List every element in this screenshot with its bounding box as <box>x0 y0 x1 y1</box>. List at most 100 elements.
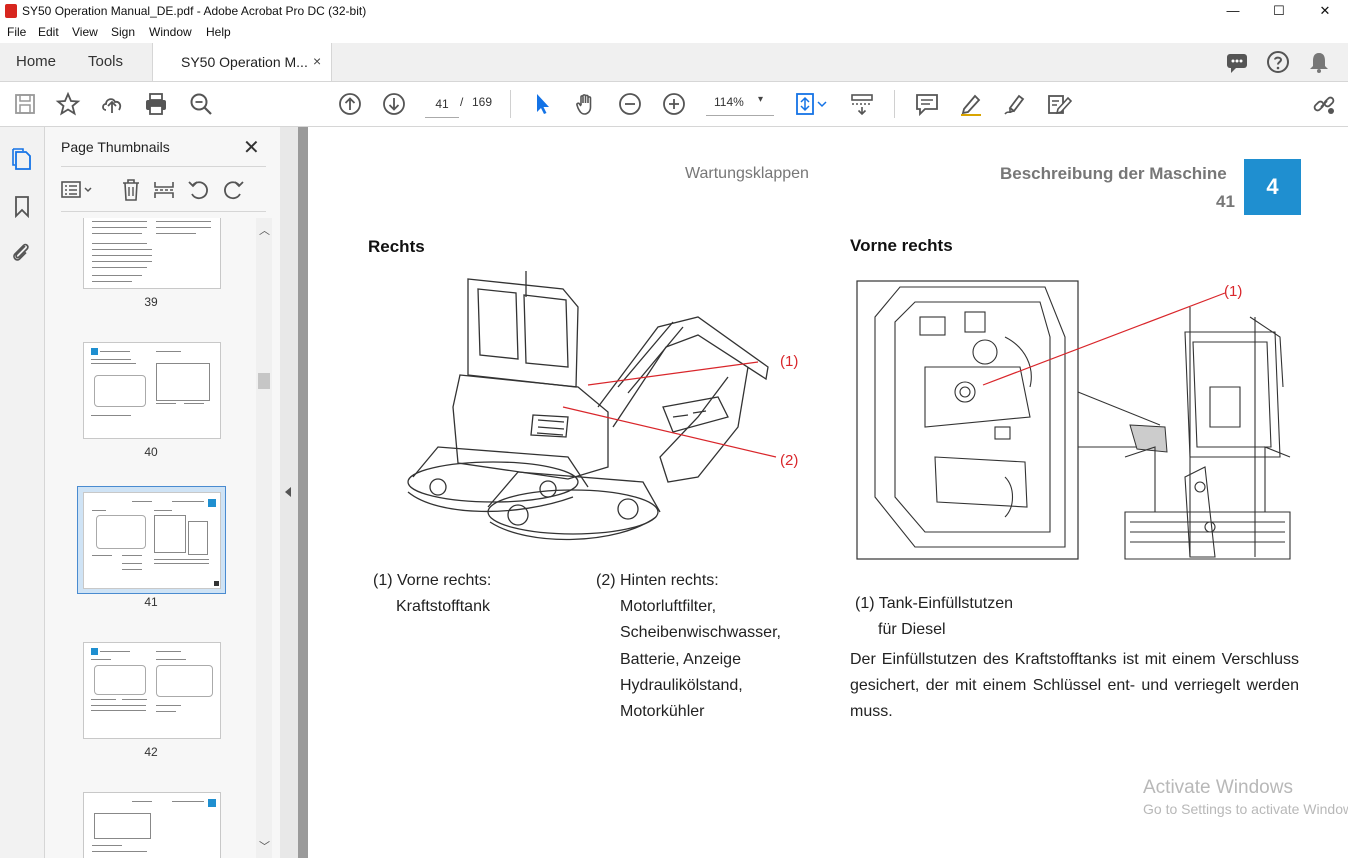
bookmark-star-icon[interactable] <box>55 91 81 117</box>
highlight-pen-icon[interactable] <box>958 91 984 117</box>
excavator-right-side-illustration <box>407 271 777 541</box>
draw-sign-icon[interactable] <box>1002 91 1028 117</box>
close-window-button[interactable]: ✕ <box>1302 0 1348 23</box>
caption-item-1-detail: Kraftstofftank <box>396 598 490 615</box>
fit-page-icon[interactable] <box>793 91 829 117</box>
callout-label-2: (2) <box>780 452 799 469</box>
close-tab-icon[interactable]: × <box>313 53 321 69</box>
thumbnail-page-41[interactable] <box>83 492 221 589</box>
scroll-mode-icon[interactable] <box>849 91 875 117</box>
zoom-level-dropdown[interactable]: 114% ▾ <box>706 91 774 116</box>
right-section-heading: Vorne rechts <box>850 236 953 255</box>
panel-divider <box>61 211 266 212</box>
thumbnail-page-43[interactable] <box>83 792 221 858</box>
rotate-clockwise-icon[interactable] <box>221 178 245 202</box>
delete-page-icon[interactable] <box>120 178 142 202</box>
chevron-down-icon: ▾ <box>758 94 764 105</box>
comment-icon[interactable] <box>914 91 940 117</box>
chapter-badge: 4 <box>1244 159 1301 215</box>
tab-document[interactable]: SY50 Operation M... × <box>152 43 332 81</box>
scroll-down-icon[interactable]: ﹀ <box>259 838 270 854</box>
window-title: SY50 Operation Manual_DE.pdf - Adobe Acr… <box>22 4 367 18</box>
help-icon[interactable] <box>1266 50 1290 74</box>
attachments-paperclip-icon[interactable] <box>10 240 34 264</box>
tab-row: Home Tools SY50 Operation M... × <box>0 43 1348 82</box>
previous-page-icon[interactable] <box>337 91 363 117</box>
zoom-search-icon[interactable] <box>188 91 214 117</box>
collapse-panel-icon[interactable] <box>285 487 291 497</box>
extract-pages-icon[interactable] <box>153 178 175 202</box>
share-link-icon[interactable] <box>1311 91 1337 117</box>
page-total: 169 <box>472 95 493 109</box>
document-page: Wartungsklappen Beschreibung der Maschin… <box>308 127 1348 858</box>
thumbnail-toolbar <box>45 165 280 213</box>
thumbnail-scrollbar[interactable]: ︿ ﹀ <box>256 218 272 858</box>
main-toolbar: / 169 114% ▾ <box>0 82 1348 127</box>
thumbnail-page-39[interactable] <box>83 218 221 289</box>
hand-tool-icon[interactable] <box>573 91 599 117</box>
page-separator: / <box>460 95 464 109</box>
close-panel-icon[interactable]: ✕ <box>243 135 260 160</box>
menu-window[interactable]: Window <box>149 25 192 39</box>
thumbnail-page-42[interactable] <box>83 642 221 739</box>
caption-right-item-title: (1) Tank-Einfüllstutzen <box>855 595 1013 612</box>
activation-watermark-subtitle: Go to Settings to activate Windows. <box>1143 801 1348 817</box>
scrollbar-thumb[interactable] <box>258 373 270 389</box>
thumbnail-list: 39 40 41 42 <box>45 218 256 858</box>
zoom-out-icon[interactable] <box>617 91 643 117</box>
menu-help[interactable]: Help <box>206 25 231 39</box>
notifications-bell-icon[interactable] <box>1308 50 1330 74</box>
title-bar: SY50 Operation Manual_DE.pdf - Adobe Acr… <box>0 0 1348 24</box>
maximize-button[interactable]: ☐ <box>1256 0 1302 23</box>
caption-item-2-line-4: Batterie, Anzeige <box>620 651 741 668</box>
thumbnail-number-41: 41 <box>144 595 158 609</box>
scroll-up-icon[interactable]: ︿ <box>259 222 270 238</box>
chapter-number: 4 <box>1266 174 1279 199</box>
page-thumbnails-icon[interactable] <box>10 147 34 171</box>
save-icon[interactable] <box>12 91 38 117</box>
page-number-input[interactable] <box>425 91 459 118</box>
select-cursor-icon[interactable] <box>529 91 555 117</box>
paragraph-line-1: Der Einfüllstutzen des Kraftstofftanks i… <box>850 651 1299 668</box>
thumbnail-page-40[interactable] <box>83 342 221 439</box>
print-icon[interactable] <box>143 91 169 117</box>
document-edge <box>298 127 308 858</box>
thumbnail-number-39: 39 <box>144 295 158 309</box>
tab-document-label: SY50 Operation M... <box>181 54 308 70</box>
menu-bar: File Edit View Sign Window Help <box>0 23 1348 43</box>
toolbar-divider <box>510 90 511 118</box>
next-page-icon[interactable] <box>381 91 407 117</box>
navigation-rail <box>0 127 45 858</box>
thumbnail-number-42: 42 <box>144 745 158 759</box>
thumbnails-panel: Page Thumbnails ✕ 39 40 41 42 <box>45 127 280 858</box>
menu-sign[interactable]: Sign <box>111 25 135 39</box>
caption-item-2-title: (2) Hinten rechts: <box>596 572 719 589</box>
header-section-title: Wartungsklappen <box>685 165 809 182</box>
menu-file[interactable]: File <box>7 25 26 39</box>
edit-pdf-icon[interactable] <box>1046 91 1073 117</box>
tab-tools[interactable]: Tools <box>88 53 123 70</box>
left-section-heading: Rechts <box>368 237 425 256</box>
menu-view[interactable]: View <box>72 25 98 39</box>
rotate-counterclockwise-icon[interactable] <box>187 178 211 202</box>
bookmarks-icon[interactable] <box>10 194 34 219</box>
panel-splitter[interactable] <box>280 127 298 858</box>
tab-home[interactable]: Home <box>16 53 56 70</box>
caption-item-2-line-2: Motorluftfilter, <box>620 598 717 615</box>
toolbar-divider <box>894 90 895 118</box>
header-page-number: 41 <box>1216 192 1235 211</box>
zoom-in-icon[interactable] <box>661 91 687 117</box>
caption-item-2-line-5: Hydraulikölstand, <box>620 677 743 694</box>
callout-label-right-1: (1) <box>1224 283 1243 300</box>
minimize-button[interactable]: — <box>1210 0 1256 23</box>
thumbnail-options-icon[interactable] <box>61 179 95 201</box>
thumbnail-number-40: 40 <box>144 445 158 459</box>
fuel-filler-detail-illustration <box>856 280 1291 560</box>
comment-chat-icon[interactable] <box>1225 51 1249 75</box>
caption-item-2-line-6: Motorkühler <box>620 703 705 720</box>
zoom-level-value: 114% <box>714 95 744 109</box>
upload-cloud-icon[interactable] <box>99 91 125 117</box>
menu-edit[interactable]: Edit <box>38 25 59 39</box>
caption-item-2-line-3: Scheibenwischwasser, <box>620 624 781 641</box>
header-chapter-title: Beschreibung der Maschine <box>1000 164 1227 183</box>
